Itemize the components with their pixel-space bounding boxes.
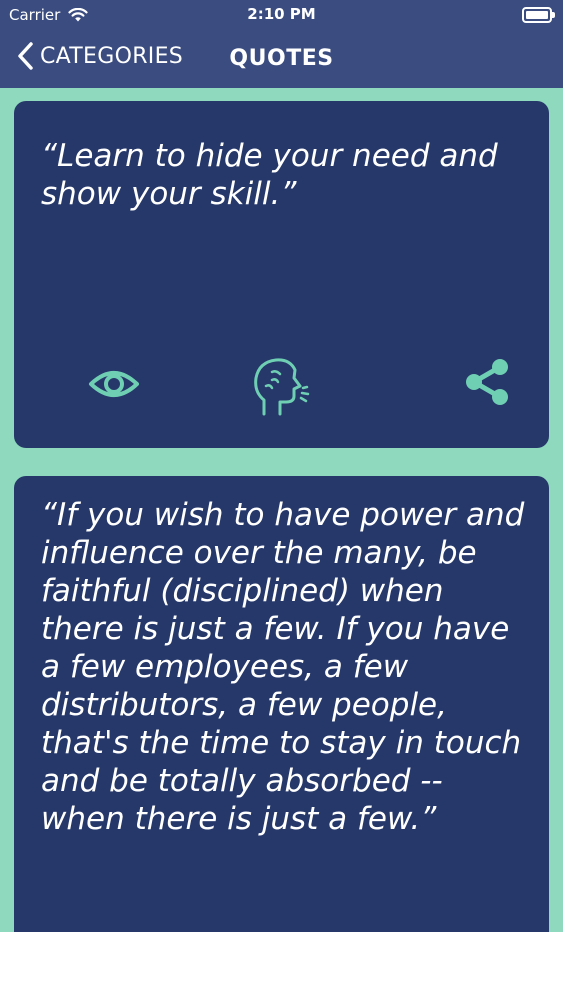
quote-card: “If you wish to have power and influence… [14,476,549,932]
quote-text: “If you wish to have power and influence… [41,497,525,837]
navigation-bar: CATEGORIES QUOTES [0,38,563,78]
quote-actions [14,356,549,426]
top-bar: Carrier 2:10 PM CATEGORIES QUOTES [0,0,563,88]
quote-card: “Learn to hide your need and show your s… [14,101,549,448]
share-icon [466,359,508,405]
view-button[interactable] [88,364,140,404]
share-button[interactable] [462,356,512,408]
page-title: QUOTES [229,46,334,71]
speaking-head-icon [254,358,310,416]
speak-button[interactable] [250,356,312,418]
battery-icon [522,7,555,23]
status-time: 2:10 PM [247,5,316,23]
eye-icon [89,371,139,397]
quotes-list[interactable]: “Learn to hide your need and show your s… [0,88,563,932]
status-bar: Carrier 2:10 PM [0,0,563,30]
quote-text: “Learn to hide your need and show your s… [41,138,498,212]
